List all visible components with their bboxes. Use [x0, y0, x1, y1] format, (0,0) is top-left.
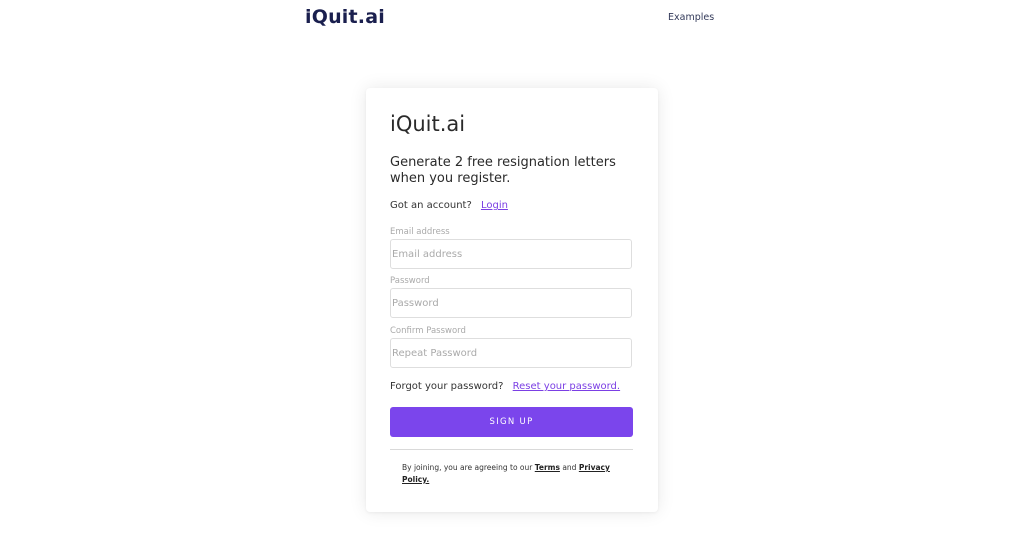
legal-and: and — [562, 463, 577, 472]
brand-logo[interactable]: iQuit.ai — [305, 6, 385, 28]
confirm-password-field[interactable] — [390, 338, 632, 368]
sign-up-button[interactable]: SIGN UP — [390, 407, 633, 437]
legal-notice: By joining, you are agreeing to our Term… — [402, 462, 612, 486]
password-field[interactable] — [390, 288, 632, 318]
signup-card: iQuit.ai Generate 2 free resignation let… — [366, 88, 658, 512]
top-navigation: iQuit.ai Examples — [0, 0, 1024, 40]
login-link[interactable]: Login — [481, 200, 508, 211]
card-title: iQuit.ai — [390, 112, 466, 136]
login-prompt-text: Got an account? — [390, 200, 472, 211]
email-label: Email address — [390, 227, 450, 237]
reset-password-link[interactable]: Reset your password. — [513, 381, 620, 392]
login-prompt: Got an account? Login — [390, 200, 508, 211]
forgot-password-row: Forgot your password? Reset your passwor… — [390, 381, 620, 392]
divider — [390, 449, 633, 450]
legal-prefix: By joining, you are agreeing to our — [402, 463, 533, 472]
terms-link[interactable]: Terms — [535, 463, 560, 472]
forgot-password-text: Forgot your password? — [390, 381, 504, 392]
nav-examples-link[interactable]: Examples — [668, 12, 714, 23]
confirm-password-label: Confirm Password — [390, 326, 466, 336]
card-subtitle: Generate 2 free resignation letters when… — [390, 155, 616, 186]
password-label: Password — [390, 276, 430, 286]
email-field[interactable] — [390, 239, 632, 269]
